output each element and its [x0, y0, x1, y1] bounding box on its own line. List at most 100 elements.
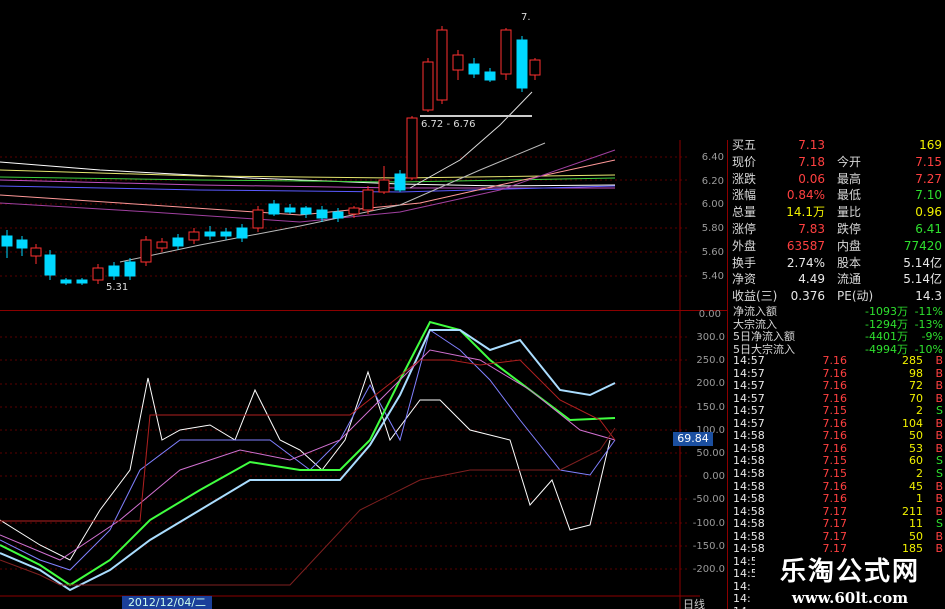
tick-t: 14:58	[733, 492, 765, 506]
indicator-tick: 200.0	[696, 378, 725, 389]
candle-body	[378, 179, 390, 193]
indicator-line	[0, 329, 616, 592]
quote-row: 涨停 7.83 跌停 6.41	[730, 221, 945, 238]
tick-row[interactable]: 14:58 7.17 185 B	[733, 543, 945, 556]
tick-row[interactable]: 14:58 7.16 50 B	[733, 430, 945, 443]
quote-row: 现价 7.18 今开 7.15	[730, 154, 945, 171]
quote-v1: 7.83	[798, 222, 825, 236]
flow-label: 5日净流入额	[733, 330, 795, 343]
candle-body	[436, 29, 448, 101]
candle-body	[1, 235, 13, 247]
tick-row[interactable]: 14:57 7.16 72 B	[733, 379, 945, 393]
horizontal-divider	[0, 310, 727, 311]
indicator-line	[0, 349, 616, 561]
quote-v1: 14.1万	[786, 205, 825, 220]
tick-s: S	[936, 404, 943, 418]
quote-l1: 现价	[732, 154, 757, 169]
price-tick: 6.40	[701, 152, 724, 163]
price-tick: 6.20	[701, 176, 724, 187]
candle-body	[284, 207, 296, 213]
tick-p: 7.16	[822, 354, 848, 367]
quote-v2: 5.14亿	[903, 255, 942, 270]
candle-body	[362, 189, 374, 211]
flow-pct: -11%	[914, 305, 943, 318]
candle-body	[44, 254, 56, 276]
quote-row: 买五 7.13 169	[730, 137, 945, 154]
quote-v1: 0.06	[798, 171, 825, 186]
quote-v1: 0.84%	[786, 188, 825, 203]
tick-s: B	[935, 542, 943, 556]
price-tick: 5.80	[701, 223, 724, 234]
watermark-url: www.60lt.com	[755, 588, 945, 609]
moving-average-line	[119, 142, 546, 263]
quote-l1: 买五	[732, 138, 757, 152]
tick-row[interactable]: 14:58 7.15 2 S	[733, 466, 945, 481]
quote-v2: 7.10	[915, 188, 942, 203]
candle-body	[252, 209, 264, 229]
tick-s: B	[935, 354, 943, 367]
quote-v2: 6.41	[915, 222, 942, 236]
watermark-title: 乐淘公式网	[755, 556, 945, 588]
quote-v2: 0.96	[915, 205, 942, 220]
indicator-tick: 150.0	[696, 402, 725, 413]
tick-row[interactable]: 14:58 7.17 11 S	[733, 518, 945, 531]
candle-body	[332, 211, 344, 219]
quote-v1: 2.74%	[786, 255, 825, 270]
tick-v: 72	[909, 379, 923, 393]
candle-body	[108, 265, 120, 277]
tick-s: B	[935, 492, 943, 506]
quote-l1: 总量	[732, 205, 757, 220]
candle-body	[220, 231, 232, 237]
cursor-value-badge: 69.84	[673, 432, 713, 446]
candle-body	[172, 237, 184, 247]
quote-v1: 0.376	[790, 289, 825, 304]
flow-row: 大宗流入 -1294万 -13%	[730, 318, 945, 331]
tick-t: 14:57	[733, 379, 765, 393]
candle-body	[236, 227, 248, 239]
quote-row: 收益(三) 0.376 PE(动) 14.3	[730, 288, 945, 305]
candle-body	[204, 231, 216, 237]
quote-l1: 换手	[732, 255, 757, 270]
tick-row[interactable]: 14:58 7.16 1 B	[733, 492, 945, 506]
quote-v2: 5.14亿	[903, 272, 942, 287]
quote-v2: 77420	[903, 238, 942, 253]
quote-l1: 外盘	[732, 238, 757, 253]
indicator-tick: 250.0	[696, 355, 725, 366]
quote-l2: PE(动)	[837, 289, 874, 304]
period-tab[interactable]: 日线	[683, 596, 705, 609]
indicator-line	[0, 427, 616, 586]
tick-row[interactable]: 14:57 7.15 2 S	[733, 405, 945, 418]
tick-row[interactable]: 14:57 7.16 285 B	[733, 354, 945, 368]
candle-body	[516, 39, 528, 89]
indicator-tick: 300.0	[696, 332, 725, 343]
quote-l2: 最低	[837, 188, 862, 203]
candle-body	[348, 207, 360, 215]
tick-p: 7.15	[822, 404, 848, 418]
candle-body	[76, 279, 88, 284]
flow-pct: -9%	[921, 330, 943, 343]
chart-canvas[interactable]	[0, 0, 700, 609]
candle-body	[484, 71, 496, 81]
indicator-tick: 0.00	[702, 471, 725, 482]
indicator-tick: -50.00	[692, 494, 725, 505]
price-tick: 5.40	[701, 271, 724, 282]
flow-row: 净流入额 -1093万 -11%	[730, 305, 945, 318]
quote-v2: 7.27	[915, 171, 942, 186]
flow-label: 净流入额	[733, 305, 777, 318]
flow-pct: -13%	[914, 317, 943, 331]
flow-value: -1294万	[865, 317, 908, 331]
quote-v1: 4.49	[798, 272, 825, 287]
candle-body	[60, 279, 72, 284]
candle-body	[468, 63, 480, 75]
indicator-axis-top: 0.00	[698, 309, 721, 320]
vertical-divider	[727, 140, 728, 609]
tick-v: 2	[916, 466, 923, 480]
indicator-line	[0, 329, 616, 571]
quote-row: 总量 14.1万 量比 0.96	[730, 204, 945, 221]
quote-row: 涨跌 0.06 最高 7.27	[730, 171, 945, 188]
tick-s: S	[936, 466, 943, 480]
candle-body	[30, 247, 42, 257]
low-price-label: 5.31	[106, 282, 129, 293]
candle-body	[316, 209, 328, 219]
flow-row: 5日净流入额 -4401万 -9%	[730, 330, 945, 343]
